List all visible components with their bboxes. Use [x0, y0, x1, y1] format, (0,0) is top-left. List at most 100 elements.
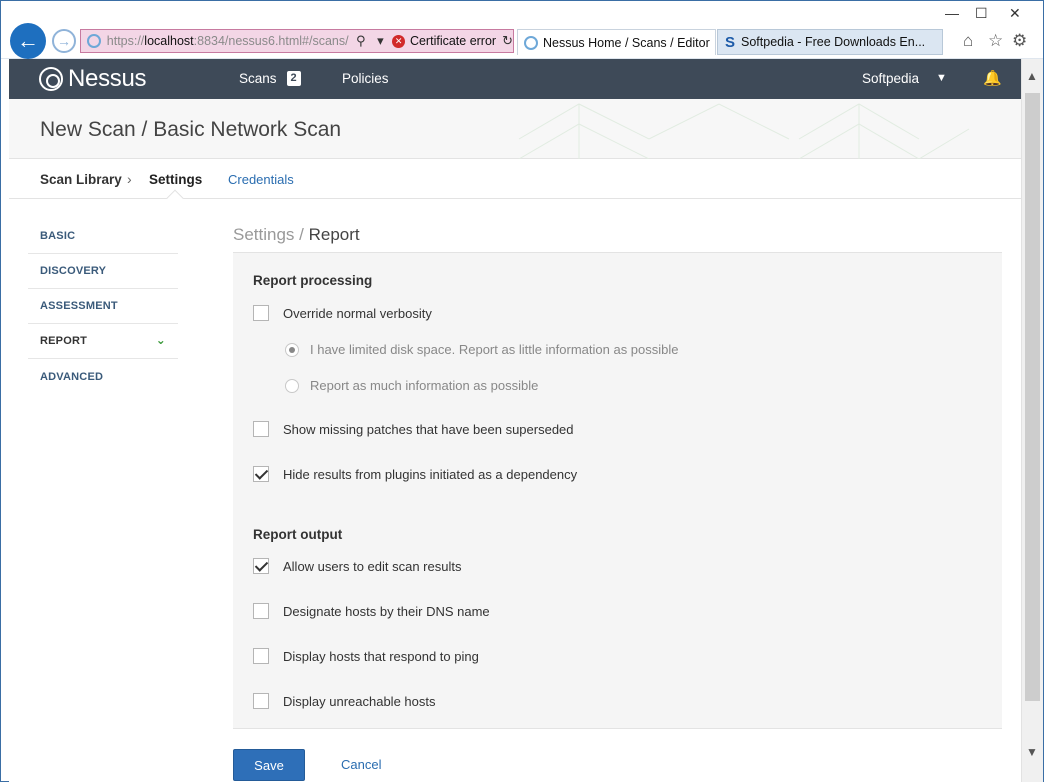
- refresh-icon[interactable]: ↻: [502, 33, 513, 49]
- sidebar-item-assessment[interactable]: ASSESSMENT: [28, 289, 178, 324]
- sidebar-item-basic[interactable]: BASIC: [28, 219, 178, 254]
- option-label: Override normal verbosity: [283, 305, 432, 321]
- nav-policies-label: Policies: [342, 71, 389, 86]
- nav-scans[interactable]: Scans 2: [239, 71, 301, 86]
- certificate-error-icon: ✕: [392, 34, 405, 48]
- user-menu[interactable]: Softpedia: [862, 71, 919, 86]
- option-label: I have limited disk space. Report as lit…: [310, 342, 679, 357]
- override-verbosity-option[interactable]: Override normal verbosity: [253, 305, 432, 321]
- settings-sidebar: BASIC DISCOVERY ASSESSMENT REPORT ⌄ ADVAN…: [28, 219, 178, 394]
- show-superseded-option[interactable]: Show missing patches that have been supe…: [253, 421, 574, 437]
- logo-text: Nessus: [68, 65, 147, 92]
- dns-name-checkbox[interactable]: [253, 603, 269, 619]
- address-bar[interactable]: https://localhost:8834/nessus6.html#/sca…: [80, 29, 514, 53]
- nessus-logo[interactable]: Nessus: [39, 65, 147, 93]
- allow-edit-option[interactable]: Allow users to edit scan results: [253, 558, 461, 574]
- option-label: Show missing patches that have been supe…: [283, 421, 574, 437]
- hide-dependency-checkbox[interactable]: [253, 466, 269, 482]
- dns-name-option[interactable]: Designate hosts by their DNS name: [253, 603, 490, 619]
- forward-button[interactable]: →: [52, 29, 76, 53]
- tab-label: Nessus Home / Scans / Editor: [543, 35, 710, 50]
- show-superseded-checkbox[interactable]: [253, 421, 269, 437]
- option-label: Display unreachable hosts: [283, 693, 436, 709]
- option-label: Hide results from plugins initiated as a…: [283, 466, 578, 482]
- arrow-right-icon: →: [57, 33, 71, 49]
- nav-policies[interactable]: Policies: [342, 71, 389, 86]
- search-icon[interactable]: ⚲: [353, 33, 369, 49]
- page-title: New Scan / Basic Network Scan: [40, 118, 342, 141]
- much-info-radio[interactable]: [285, 378, 299, 393]
- active-tab-pointer: [166, 189, 184, 207]
- tab-label: Softpedia - Free Downloads En...: [741, 35, 926, 49]
- option-label: Report as much information as possible: [310, 378, 539, 393]
- report-output-label: Report output: [253, 527, 343, 542]
- hide-dependency-option[interactable]: Hide results from plugins initiated as a…: [253, 466, 577, 482]
- chevron-down-icon: ⌄: [155, 333, 166, 347]
- sidebar-item-report[interactable]: REPORT ⌄: [28, 324, 178, 359]
- close-window-button[interactable]: ✕: [1009, 5, 1021, 22]
- option-label: Allow users to edit scan results: [283, 558, 462, 574]
- dropdown-icon[interactable]: ▾: [373, 33, 389, 49]
- unreachable-option[interactable]: Display unreachable hosts: [253, 693, 435, 709]
- bell-icon[interactable]: 🔔: [983, 69, 1002, 87]
- site-favicon-icon: [87, 34, 101, 48]
- tab-credentials[interactable]: Credentials: [228, 172, 294, 187]
- back-button[interactable]: ←: [10, 23, 46, 59]
- browser-window: — ☐ ✕ ← → https://localhost:8834/nessus6…: [0, 0, 1044, 782]
- breadcrumb: Scan Library › Settings Credentials: [9, 159, 1021, 207]
- vertical-scrollbar[interactable]: ▲ ▼: [1021, 59, 1043, 782]
- page-title-bar: New Scan / Basic Network Scan: [9, 99, 1021, 159]
- limited-disk-option[interactable]: I have limited disk space. Report as lit…: [285, 342, 679, 357]
- softpedia-favicon-icon: S: [725, 33, 736, 51]
- sidebar-item-label: ASSESSMENT: [40, 300, 118, 312]
- background-pattern: [518, 103, 970, 159]
- sidebar-item-label: ADVANCED: [40, 370, 104, 383]
- chevron-right-icon: ›: [127, 171, 132, 187]
- caret-down-icon[interactable]: ▼: [936, 72, 947, 84]
- url-path: :8834/nessus6.html#/scans/n: [193, 34, 349, 48]
- minimize-button[interactable]: —: [945, 5, 959, 21]
- favorites-star-icon[interactable]: ☆: [988, 31, 1003, 51]
- page-viewport: Nessus Scans 2 Policies Softpedia ▼ 🔔 Ne…: [9, 59, 1021, 782]
- arrow-left-icon: ←: [17, 28, 39, 53]
- tab-softpedia[interactable]: S Softpedia - Free Downloads En...: [717, 29, 943, 55]
- ping-hosts-option[interactable]: Display hosts that respond to ping: [253, 648, 479, 664]
- save-button[interactable]: Save: [233, 749, 305, 781]
- settings-gear-icon[interactable]: ⚙: [1012, 31, 1027, 51]
- scroll-down-icon[interactable]: ▼: [1026, 745, 1038, 759]
- much-info-option[interactable]: Report as much information as possible: [285, 378, 538, 393]
- unreachable-checkbox[interactable]: [253, 693, 269, 709]
- section-parent: Settings: [233, 225, 295, 244]
- sidebar-item-advanced[interactable]: ADVANCED: [28, 359, 178, 394]
- home-icon[interactable]: ⌂: [963, 31, 973, 51]
- scroll-up-icon[interactable]: ▲: [1026, 69, 1038, 83]
- sidebar-item-label: BASIC: [40, 230, 76, 242]
- sidebar-item-discovery[interactable]: DISCOVERY: [28, 254, 178, 289]
- sidebar-item-label: REPORT: [40, 335, 88, 347]
- scrollbar-thumb[interactable]: [1025, 93, 1040, 701]
- report-settings-panel: Report processing Override normal verbos…: [233, 252, 1002, 729]
- section-separator: /: [294, 225, 309, 244]
- app-header: Nessus Scans 2 Policies Softpedia ▼ 🔔: [9, 59, 1021, 99]
- ping-hosts-checkbox[interactable]: [253, 648, 269, 664]
- section-current: Report: [308, 225, 360, 244]
- option-label: Display hosts that respond to ping: [283, 648, 479, 664]
- tab-nessus[interactable]: Nessus Home / Scans / Editor ✕: [517, 29, 716, 55]
- tab-settings[interactable]: Settings: [149, 172, 202, 187]
- override-verbosity-checkbox[interactable]: [253, 305, 269, 321]
- close-tab-icon[interactable]: ✕: [714, 36, 715, 50]
- sidebar-item-label: DISCOVERY: [40, 265, 107, 277]
- maximize-button[interactable]: ☐: [975, 5, 988, 22]
- breadcrumb-scan-library[interactable]: Scan Library: [40, 172, 122, 187]
- report-processing-label: Report processing: [253, 273, 373, 288]
- url-text[interactable]: https://localhost:8834/nessus6.html#/sca…: [107, 34, 349, 48]
- cancel-button[interactable]: Cancel: [341, 757, 381, 772]
- scans-count-badge: 2: [286, 71, 301, 86]
- url-prefix: https://: [106, 34, 145, 48]
- allow-edit-checkbox[interactable]: [253, 558, 269, 574]
- option-label: Designate hosts by their DNS name: [283, 603, 490, 619]
- certificate-error-label[interactable]: Certificate error: [410, 34, 496, 48]
- limited-disk-radio[interactable]: [285, 342, 299, 357]
- nessus-logo-icon: [39, 67, 63, 91]
- nav-scans-label: Scans: [239, 71, 277, 86]
